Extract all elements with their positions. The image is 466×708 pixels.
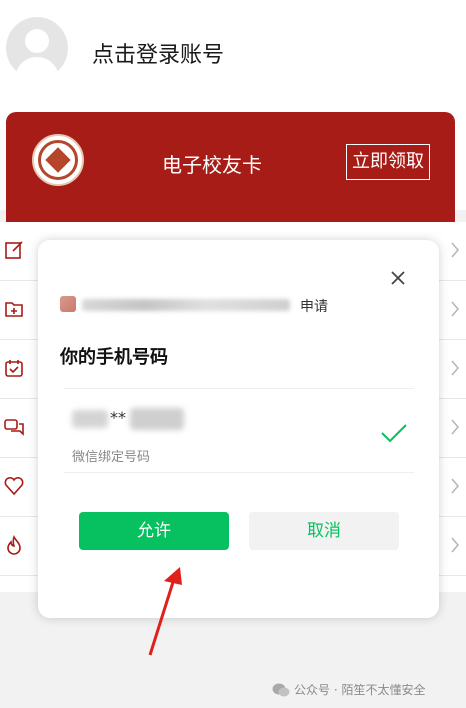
calendar-check-icon	[5, 360, 23, 377]
app-name-redacted	[82, 299, 290, 311]
chevron-right-icon	[451, 419, 459, 435]
phone-suffix-redacted	[130, 408, 184, 430]
heart-icon	[4, 476, 24, 496]
avatar[interactable]	[6, 17, 68, 79]
claim-button[interactable]: 立即领取	[346, 144, 430, 180]
card-title: 电子校友卡	[162, 153, 262, 177]
close-icon[interactable]	[388, 268, 408, 288]
school-emblem-icon	[32, 134, 84, 186]
wechat-icon	[272, 683, 290, 697]
chat-icon	[4, 419, 24, 436]
phone-masked: **	[110, 408, 126, 427]
dialog-title: 你的手机号码	[60, 347, 168, 368]
divider	[64, 472, 414, 473]
phone-authorization-dialog: 申请 你的手机号码 ** 微信绑定号码 允许 取消	[38, 240, 439, 618]
watermark-text: 公众号 · 陌笙不太懂安全	[294, 683, 426, 697]
watermark: 公众号 · 陌笙不太懂安全	[272, 681, 462, 699]
chevron-right-icon	[451, 242, 459, 258]
request-label: 申请	[300, 299, 328, 315]
alumni-card: 电子校友卡 立即领取	[6, 112, 455, 222]
annotation-arrow-icon	[148, 567, 182, 656]
chevron-right-icon	[451, 301, 459, 317]
requesting-app-line: 申请	[60, 296, 360, 316]
avatar-body	[15, 57, 59, 79]
phone-option[interactable]: ** 微信绑定号码	[64, 402, 414, 472]
app-logo-icon	[60, 296, 76, 312]
allow-button[interactable]: 允许	[79, 512, 229, 550]
add-folder-icon	[5, 302, 23, 317]
chevron-right-icon	[451, 360, 459, 376]
phone-note: 微信绑定号码	[72, 450, 151, 465]
chevron-right-icon	[451, 537, 459, 553]
phone-prefix-redacted	[72, 410, 108, 428]
cancel-button[interactable]: 取消	[249, 512, 399, 550]
edit-icon	[5, 241, 23, 259]
flame-icon	[7, 535, 21, 555]
divider	[64, 388, 414, 389]
login-link[interactable]: 点击登录账号	[92, 37, 224, 69]
check-icon	[381, 424, 407, 443]
avatar-head	[25, 29, 49, 53]
chevron-right-icon	[451, 478, 459, 494]
